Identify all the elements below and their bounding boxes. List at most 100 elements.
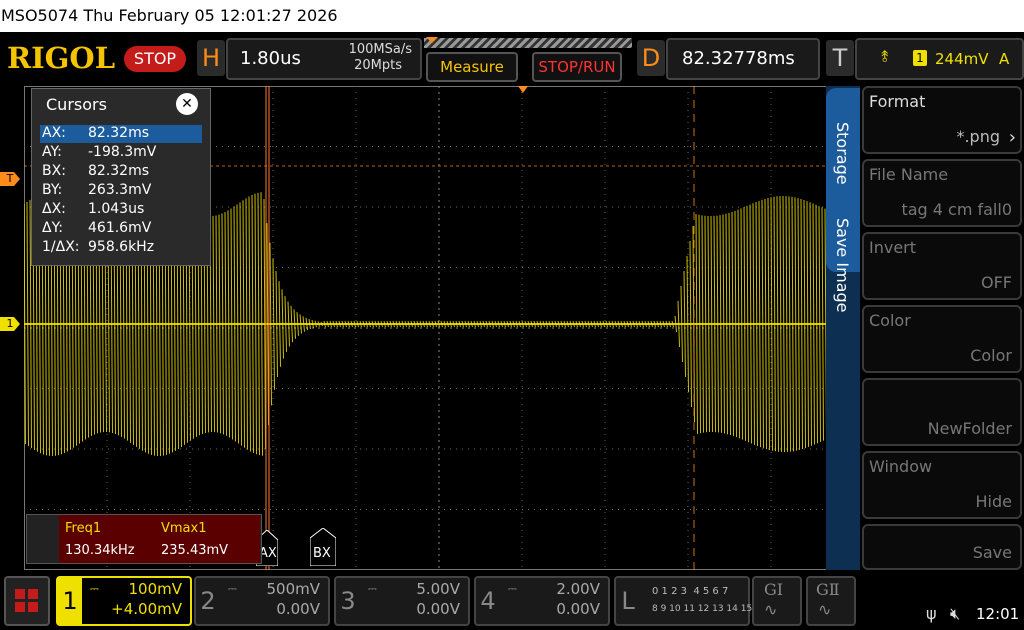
cursor-readout-key: ΔY: [42, 220, 63, 236]
save-label: Save [972, 543, 1012, 562]
ch3-panel[interactable]: 3 ⎓ 5.00V 0.00V [334, 576, 470, 626]
ch4-offset: 0.00V [556, 600, 600, 618]
brand-logo: RIGOL [7, 41, 116, 75]
format-value: *.png [956, 127, 1000, 146]
cursor-readout-key: BX: [42, 163, 66, 179]
cursor-readout-row[interactable]: BX: 82.32ms [40, 163, 202, 181]
memory-depth: 20Mpts [354, 58, 402, 73]
trigger-time-marker [518, 86, 528, 93]
ch2-number: 2 [200, 587, 216, 615]
trigger-source-badge: 1 [913, 50, 927, 66]
invert-button[interactable]: Invert OFF [862, 232, 1022, 300]
app-menu-button[interactable] [4, 576, 50, 626]
cursor-readout-key: AX: [42, 125, 66, 141]
ch3-scale: 5.00V [416, 580, 460, 598]
freq-measure-cell[interactable]: Freq1 130.34kHz [59, 515, 157, 563]
cursor-readout-row[interactable]: 1/ΔX: 958.6kHz [40, 239, 202, 257]
ch2-scale: 500mV [266, 580, 320, 598]
timebase-panel[interactable]: 1.80us 100MSa/s 20Mpts [226, 38, 422, 80]
trigger-level-marker[interactable]: T [0, 172, 20, 186]
window-value: Hide [975, 492, 1012, 511]
generator-1-label: GⅠ [764, 580, 784, 599]
tab-storage-label: Storage [833, 122, 852, 185]
logic-panel[interactable]: L 0 1 2 3 4 5 6 7 8 9 10 11 12 13 14 15 [614, 576, 753, 626]
cursor-readout-value: 82.32ms [88, 125, 150, 141]
measurement-panel: Freq1 130.34kHz Vmax1 235.43mV [26, 514, 262, 564]
generator-1-button[interactable]: GⅠ ∿ [752, 576, 802, 626]
generator-2-button[interactable]: GⅡ ∿ [806, 576, 856, 626]
cursor-readout-row[interactable]: AY: -198.3mV [40, 144, 202, 162]
freq-value: 130.34kHz [65, 543, 135, 558]
cursor-readout-key: BY: [42, 182, 63, 198]
clock-time: 12:01 [976, 605, 1020, 623]
cursors-panel: Cursors ✕ AX: 82.32ms AY: -198.3mV BX: 82.32m… [31, 88, 211, 266]
window-title-bar: MSO5074 Thu February 05 12:01:27 2026 [0, 0, 1024, 32]
run-state-badge[interactable]: STOP [124, 46, 186, 72]
cursor-readout-value: -198.3mV [88, 144, 157, 160]
vmax-value: 235.43mV [161, 543, 229, 558]
ch1-number: 1 [58, 578, 82, 624]
close-icon[interactable]: ✕ [176, 93, 198, 115]
vmax-label: Vmax1 [161, 521, 207, 536]
delay-panel[interactable]: 82.32778ms [666, 38, 820, 80]
sine-wave-icon: ∿ [764, 600, 778, 619]
cursor-readout-key: ΔX: [42, 201, 66, 217]
cursor-readout-value: 461.6mV [88, 220, 152, 236]
sample-rate: 100MSa/s [348, 42, 412, 57]
save-button[interactable]: Save [862, 524, 1022, 570]
sine-wave-icon: ∿ [818, 600, 832, 619]
cursor-readout-value: 958.6kHz [88, 239, 155, 255]
trigger-panel[interactable]: ⥉ 1 244mV A [855, 38, 1024, 80]
cursor-readout-row[interactable]: ΔX: 1.043us [40, 201, 202, 219]
new-folder-label: NewFolder [927, 419, 1012, 438]
trigger-level: 244mV [935, 50, 989, 68]
window-button[interactable]: Window Hide [862, 451, 1022, 519]
ch3-offset: 0.00V [416, 600, 460, 618]
cursor-readout-row[interactable]: AX: 82.32ms [40, 125, 202, 143]
vmax-measure-cell[interactable]: Vmax1 235.43mV [157, 515, 260, 563]
cursor-readout-row[interactable]: ΔY: 461.6mV [40, 220, 202, 238]
delay-menu-button[interactable]: D [637, 40, 665, 76]
trigger-edge-icon: ⥉ [881, 47, 889, 66]
invert-label: Invert [869, 238, 917, 257]
dc-coupling-icon: ⎓ [508, 582, 517, 595]
generator-2-label: GⅡ [816, 580, 840, 599]
freq-label: Freq1 [65, 521, 102, 536]
ch1-offset-marker[interactable]: 1 [0, 317, 20, 331]
tab-save-image[interactable]: Save Image [826, 198, 860, 428]
timebase-value: 1.80us [240, 48, 301, 69]
ch4-panel[interactable]: 4 ⎓ 2.00V 0.00V [474, 576, 610, 626]
usb-icon: ψ [926, 604, 937, 623]
speaker-muted-icon[interactable]: 🔇︎ [950, 604, 960, 624]
memory-position-bar [424, 38, 632, 48]
file-name-button[interactable]: File Name tag 4 cm fall0 [862, 159, 1022, 227]
horizontal-menu-button[interactable]: H [197, 40, 225, 76]
tab-save-image-label: Save Image [833, 218, 852, 313]
ch1-offset: +4.00mV [111, 600, 182, 618]
dc-coupling-icon: ⎓ [368, 582, 377, 595]
ch1-scale: 100mV [128, 580, 182, 598]
ch3-number: 3 [340, 587, 356, 615]
file-name-label: File Name [869, 165, 949, 184]
cursor-readout-key: 1/ΔX: [42, 239, 80, 255]
format-button[interactable]: Format *.png › [862, 86, 1022, 154]
cursor-readout-value: 263.3mV [88, 182, 152, 198]
trigger-mode: A [999, 50, 1010, 68]
file-name-value: tag 4 cm fall0 [901, 200, 1012, 219]
trigger-menu-button[interactable]: T [826, 40, 854, 76]
ch1-panel[interactable]: 1 ⎓ 100mV +4.00mV [56, 576, 192, 626]
ch2-offset: 0.00V [276, 600, 320, 618]
cursor-readout-row[interactable]: BY: 263.3mV [40, 182, 202, 200]
measure-button[interactable]: Measure [426, 52, 518, 82]
delay-value: 82.32778ms [682, 48, 795, 69]
cursor-b-label: BX [313, 546, 331, 561]
invert-value: OFF [981, 273, 1012, 292]
color-label: Color [869, 311, 911, 330]
cursor-b-marker[interactable]: BX [309, 527, 337, 567]
new-folder-button[interactable]: NewFolder [862, 378, 1022, 446]
logic-channels-row2: 8 9 10 11 12 13 14 15 [652, 604, 753, 614]
color-value: Color [970, 346, 1012, 365]
color-button[interactable]: Color Color [862, 305, 1022, 373]
stop-run-button[interactable]: STOP/RUN [532, 52, 622, 82]
ch2-panel[interactable]: 2 ⎓ 500mV 0.00V [194, 576, 330, 626]
